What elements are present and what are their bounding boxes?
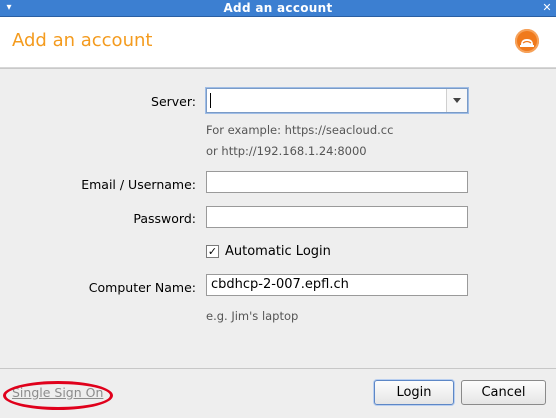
window-title: Add an account <box>223 1 333 15</box>
highlight-circle <box>3 381 113 410</box>
computer-name-hint: e.g. Jim's laptop <box>206 309 299 323</box>
server-dropdown-button[interactable] <box>446 89 467 112</box>
server-hint-1: For example: https://seacloud.cc <box>206 123 394 137</box>
server-hint-2: or http://192.168.1.24:8000 <box>206 144 367 158</box>
server-label: Server: <box>151 94 196 109</box>
window-titlebar: ▾ Add an account ✕ <box>0 0 556 17</box>
cancel-button[interactable]: Cancel <box>461 380 546 405</box>
password-label: Password: <box>133 211 196 226</box>
email-field[interactable] <box>206 171 468 193</box>
computer-name-label: Computer Name: <box>88 280 196 295</box>
email-label: Email / Username: <box>81 177 196 192</box>
dialog-header: Add an account <box>0 17 556 68</box>
automatic-login-label[interactable]: Automatic Login <box>225 244 331 259</box>
close-icon[interactable]: ✕ <box>540 1 554 15</box>
automatic-login-checkbox[interactable]: ✓ <box>206 245 219 258</box>
login-button[interactable]: Login <box>374 380 454 405</box>
text-cursor <box>210 93 211 108</box>
server-combobox[interactable] <box>206 88 468 113</box>
password-field[interactable] <box>206 206 468 228</box>
seafile-logo-icon <box>515 29 539 53</box>
computer-name-field[interactable]: cbdhcp-2-007.epfl.ch <box>206 274 468 296</box>
dialog-title: Add an account <box>12 30 153 51</box>
chevron-down-icon <box>453 98 461 103</box>
